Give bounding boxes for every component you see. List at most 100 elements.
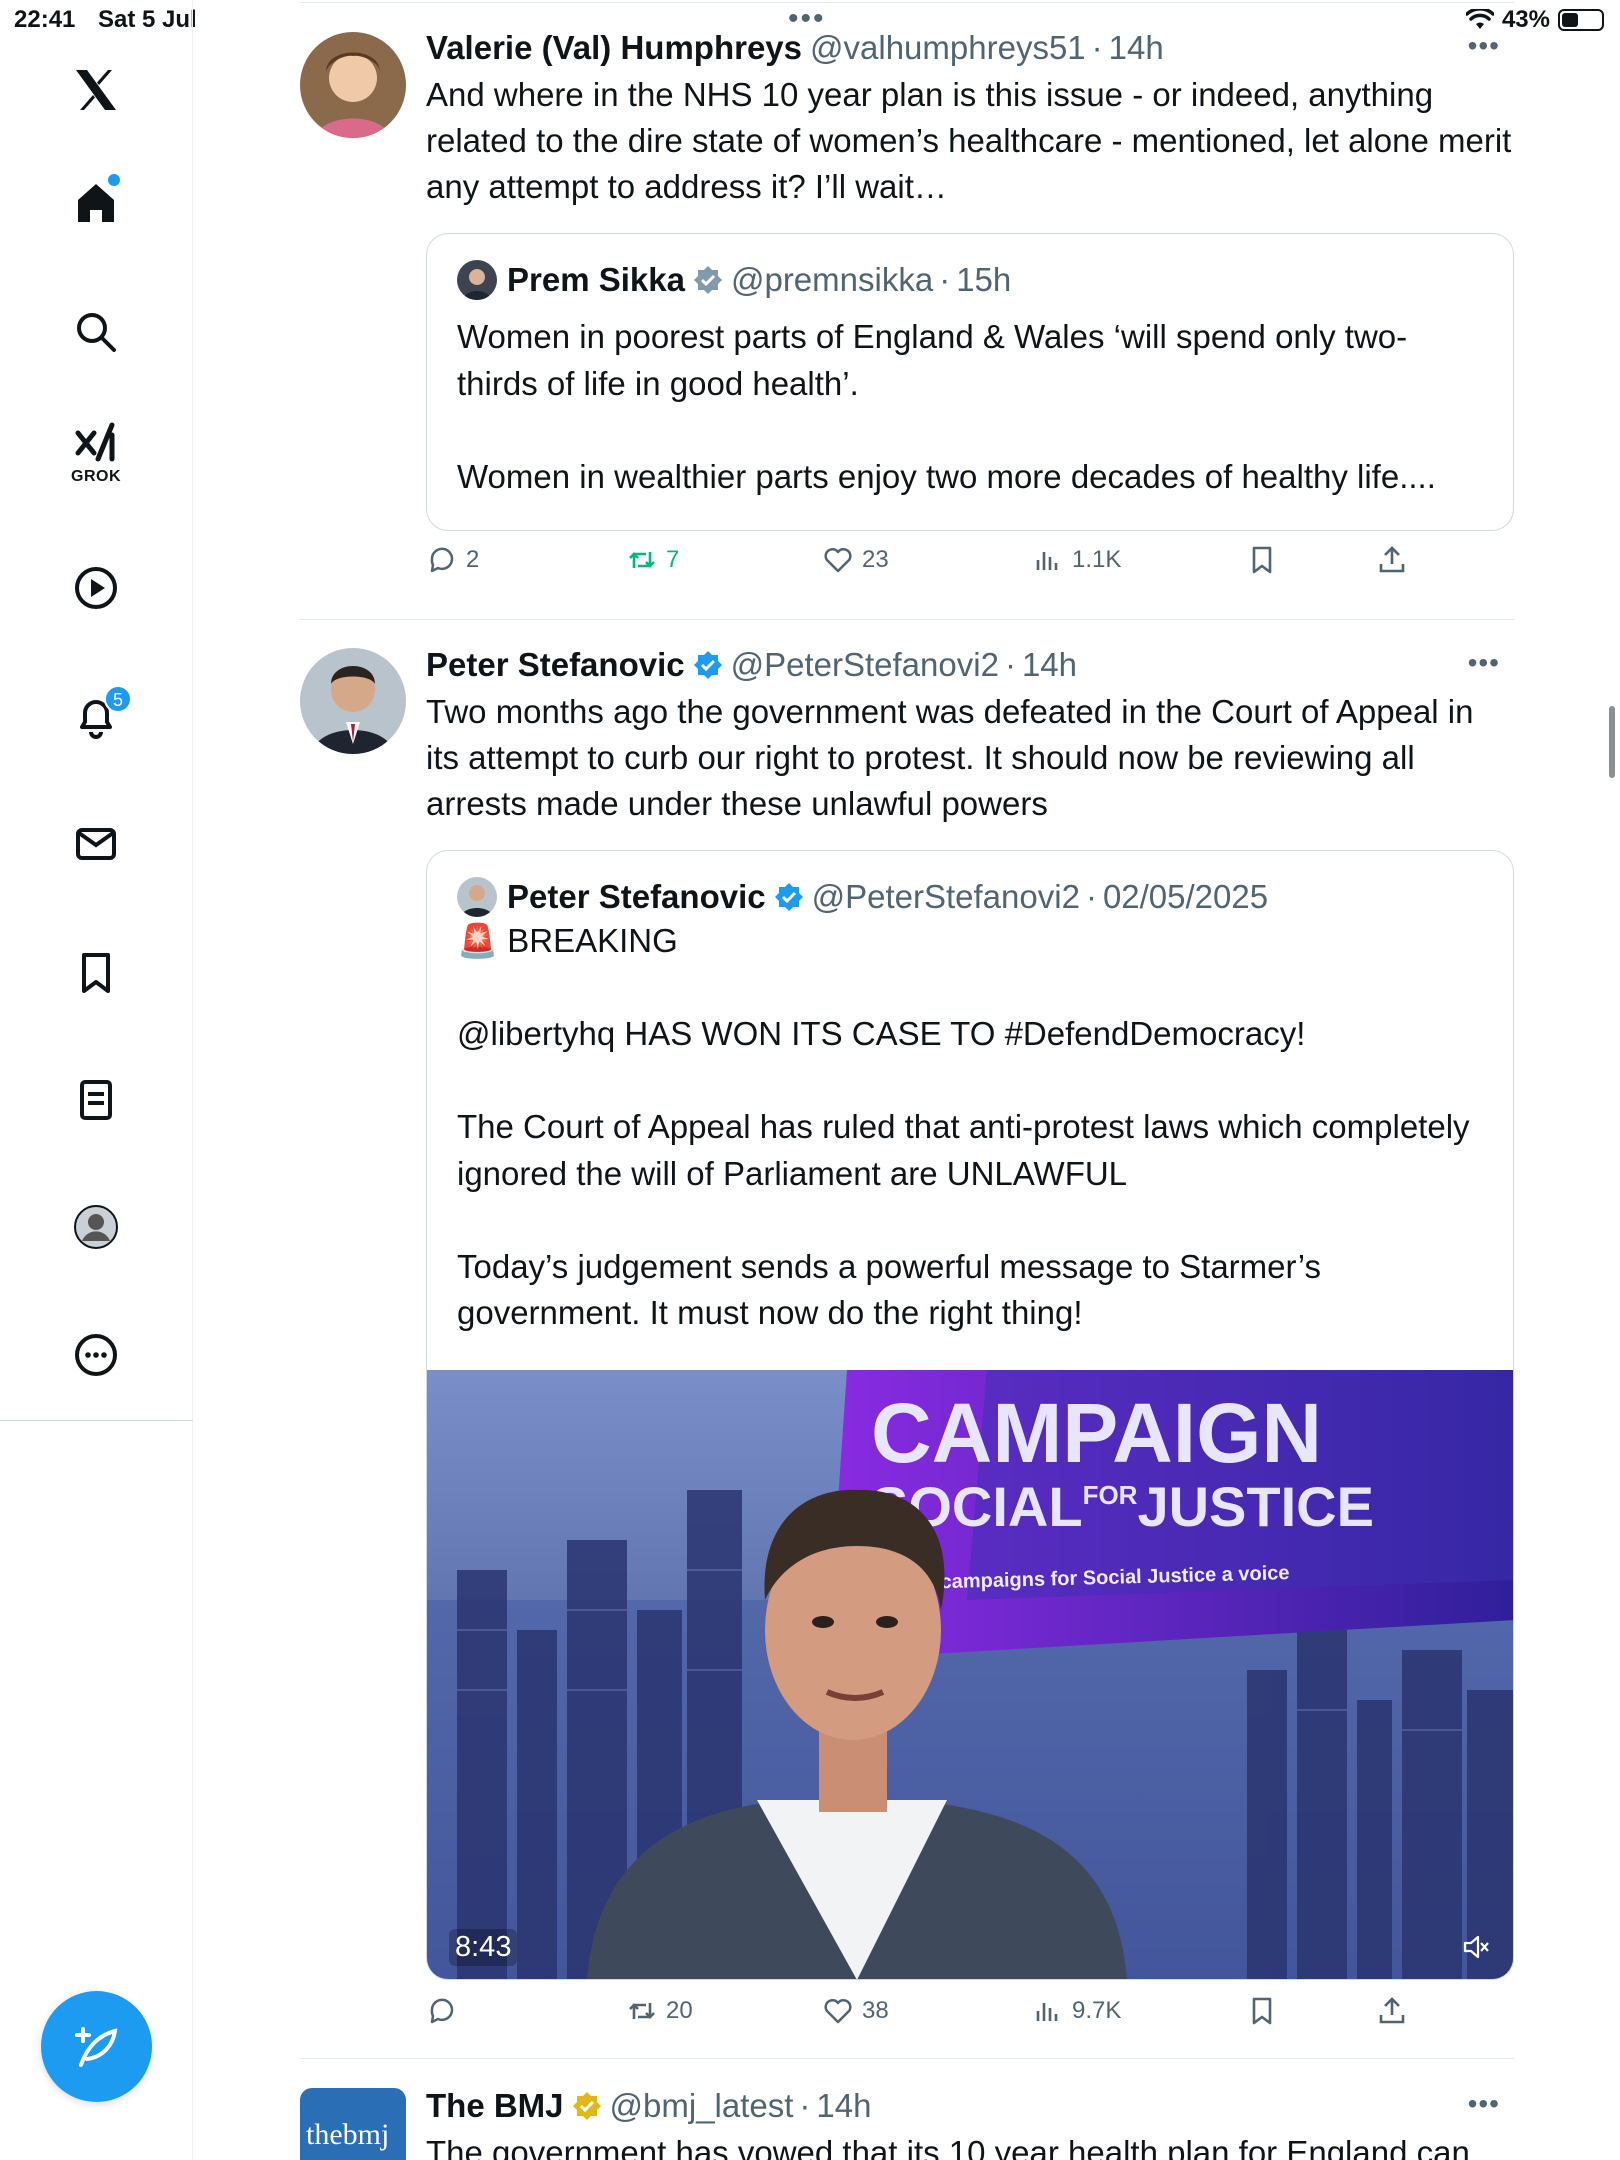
banner-title: CAMPAIGN	[871, 1386, 1322, 1480]
retweet-button[interactable]: 7	[626, 544, 679, 576]
quoted-tweet[interactable]: Peter Stefanovic @PeterStefanovi2 · 02/0…	[426, 850, 1514, 1980]
video-play-icon[interactable]	[56, 548, 136, 628]
grok-icon[interactable]: GROK	[56, 412, 136, 492]
share-icon	[1379, 1997, 1405, 2024]
profile-icon[interactable]	[56, 1187, 136, 1267]
tweet-header: The BMJ @bmj_latest · 14h	[426, 2087, 872, 2125]
share-button[interactable]	[1376, 1995, 1408, 2027]
bookmark-button[interactable]	[1246, 1995, 1278, 2027]
video-player[interactable]: CAMPAIGN SOCIALFORJUSTICE Giving campaig…	[427, 1370, 1513, 1979]
video-thumbnail: CAMPAIGN SOCIALFORJUSTICE Giving campaig…	[427, 1370, 1513, 1979]
quote-text: Women in poorest parts of England & Wale…	[457, 318, 1436, 495]
tweet-divider	[300, 2, 1514, 3]
quote-time: 15h	[956, 261, 1012, 298]
author-name[interactable]: The BMJ	[426, 2087, 564, 2125]
banner-for: FOR	[1083, 1480, 1138, 1510]
share-button[interactable]	[1376, 544, 1408, 576]
bookmark-icon	[1252, 1997, 1272, 2025]
tweet-time[interactable]: 14h	[1109, 29, 1164, 67]
gold-verified-badge-icon	[572, 2092, 601, 2120]
lists-icon[interactable]	[56, 1060, 136, 1140]
avatar[interactable]	[300, 32, 406, 138]
retweet-icon	[629, 2003, 655, 2019]
bookmarks-icon[interactable]	[56, 933, 136, 1013]
notifications-bell-icon[interactable]: 5	[56, 677, 136, 757]
tweet-text: Two months ago the government was defeat…	[426, 693, 1474, 822]
verified-badge-icon	[774, 883, 803, 911]
sidebar-divider	[0, 1420, 193, 1421]
compose-post-button[interactable]	[41, 1991, 152, 2102]
reply-icon	[430, 1998, 454, 2024]
avatar	[457, 260, 497, 300]
author-handle[interactable]: @valhumphreys51	[810, 29, 1086, 67]
quote-author-handle: @premnsikka	[730, 261, 934, 298]
views-button[interactable]: 9.7K	[1032, 1995, 1121, 2027]
like-button[interactable]: 38	[822, 1995, 889, 2027]
tweet-text: The government has vowed that its 10 yea…	[426, 2134, 1470, 2160]
tweet-divider	[300, 2058, 1514, 2059]
tweet-time[interactable]: 14h	[1022, 646, 1077, 684]
muted-speaker-icon[interactable]	[1461, 1932, 1491, 1962]
like-button[interactable]: 23	[822, 544, 889, 576]
author-handle[interactable]: @PeterStefanovi2	[731, 646, 999, 684]
avatar[interactable]: thebmj	[300, 2088, 406, 2160]
home-icon[interactable]	[56, 162, 136, 242]
tweet-time[interactable]: 14h	[816, 2087, 871, 2125]
quote-author-name: Prem Sikka	[507, 261, 685, 298]
sidebar: GROK 5	[0, 0, 193, 2160]
like-count: 38	[862, 1997, 889, 2024]
retweet-count: 7	[666, 546, 680, 573]
view-count: 1.1K	[1072, 546, 1122, 573]
heart-icon	[824, 547, 852, 573]
tweet-text: And where in the NHS 10 year plan is thi…	[426, 76, 1512, 205]
grok-label: GROK	[71, 468, 121, 485]
scrollbar-thumb[interactable]	[1609, 706, 1615, 778]
view-count: 9.7K	[1072, 1997, 1122, 2024]
tweet-actions: 2 7 23 1.1K	[426, 544, 1514, 594]
more-options-icon[interactable]: •••	[1468, 2088, 1500, 2120]
retweet-icon	[629, 552, 655, 568]
search-icon[interactable]	[56, 292, 136, 372]
reply-button[interactable]: 2	[426, 544, 479, 576]
avatar-logo-text: thebmj	[306, 2118, 390, 2151]
author-name[interactable]: Peter Stefanovic	[426, 646, 685, 684]
bookmark-icon	[1252, 546, 1272, 574]
avatar	[457, 877, 497, 917]
more-options-icon[interactable]: •••	[1468, 647, 1500, 679]
more-options-icon[interactable]	[56, 1315, 136, 1395]
reply-count: 2	[466, 546, 480, 573]
battery-icon	[1558, 9, 1604, 31]
home-unread-dot	[108, 174, 120, 186]
author-handle[interactable]: @bmj_latest	[610, 2087, 794, 2125]
quote-time: 02/05/2025	[1102, 878, 1269, 915]
views-button[interactable]: 1.1K	[1032, 544, 1121, 576]
quote-author-handle: @PeterStefanovi2	[811, 878, 1080, 915]
tweet-header: Valerie (Val) Humphreys @valhumphreys51 …	[426, 29, 1164, 67]
notifications-badge: 5	[104, 685, 132, 713]
avatar[interactable]	[300, 648, 406, 754]
x-logo-icon[interactable]	[56, 50, 136, 130]
reply-button[interactable]	[426, 1995, 466, 2027]
quote-author-name: Peter Stefanovic	[507, 878, 766, 915]
heart-icon	[824, 1998, 852, 2024]
tweet-header: Peter Stefanovic @PeterStefanovi2 · 14h	[426, 646, 1077, 684]
verified-badge-icon	[693, 266, 722, 294]
video-duration: 8:43	[449, 1929, 518, 1966]
compose-feather-icon	[74, 2026, 117, 2067]
quoted-tweet[interactable]: Prem Sikka @premnsikka · 15h Women in po…	[426, 233, 1514, 531]
tweet-actions: 20 38 9.7K	[426, 1995, 1514, 2045]
more-options-icon[interactable]: •••	[1468, 30, 1500, 62]
quote-text: 🚨 BREAKING @libertyhq HAS WON ITS CASE T…	[457, 922, 1470, 1331]
messages-icon[interactable]	[56, 804, 136, 884]
retweet-button[interactable]: 20	[626, 1995, 693, 2027]
like-count: 23	[862, 546, 889, 573]
retweet-count: 20	[666, 1997, 693, 2024]
reply-icon	[430, 547, 454, 573]
verified-badge-icon	[693, 651, 722, 679]
views-chart-icon	[1036, 2003, 1058, 2021]
views-chart-icon	[1036, 552, 1058, 570]
author-name[interactable]: Valerie (Val) Humphreys	[426, 29, 802, 67]
bookmark-button[interactable]	[1246, 544, 1278, 576]
tweet-divider	[300, 619, 1514, 620]
banner-justice: JUSTICE	[1137, 1475, 1374, 1538]
